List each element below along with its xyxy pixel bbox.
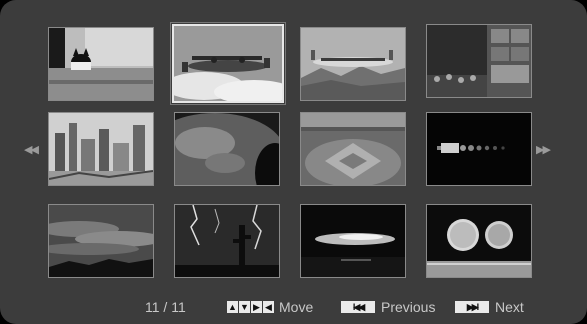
thumbnail-earth[interactable] [174,112,280,186]
lightning-photo [175,205,279,277]
thumbnail-lightning[interactable] [174,204,280,278]
thumbnail-concert[interactable] [426,24,532,98]
concert-photo [427,25,531,97]
sky-photo [49,205,153,277]
photo-browser: ◀◀ ▶▶ 11 / 11 ▲ ▼ ▶ ◀ Move I◀◀ Previous … [0,0,587,324]
right-arrow-key: ▶ [251,301,262,313]
sunset-photo [301,205,405,277]
skip-previous-icon: I◀◀ [341,301,375,313]
thumbnail-industrial[interactable] [48,112,154,186]
left-arrow-key: ◀ [263,301,274,313]
coins-photo [427,205,531,277]
airliner-photo [301,28,405,100]
earth-photo [175,113,279,185]
double-chevron-right-icon[interactable]: ▶▶ [536,144,551,156]
page-counter: 11 / 11 [145,299,186,315]
cat-photo [49,28,153,100]
thumbnail-airplane[interactable] [170,22,286,105]
down-arrow-key: ▼ [239,301,250,313]
thumbnail-rocket[interactable] [426,112,532,186]
next-label: Next [495,299,524,315]
up-arrow-key: ▲ [227,301,238,313]
thumbnail-cat[interactable] [48,27,154,101]
stadium-photo [301,113,405,185]
move-label: Move [279,299,314,315]
move-hint: ▲ ▼ ▶ ◀ Move [227,298,313,316]
previous-label: Previous [381,299,436,315]
thumbnail-coins[interactable] [426,204,532,278]
industrial-photo [49,113,153,185]
rocket-photo [427,113,531,185]
thumbnail-sky[interactable] [48,204,154,278]
skip-next-icon: ▶▶I [455,301,489,313]
previous-hint[interactable]: I◀◀ Previous [341,298,435,316]
airplane-photo [174,26,282,101]
thumbnail-sunset[interactable] [300,204,406,278]
thumbnail-airliner[interactable] [300,27,406,101]
thumbnail-stadium[interactable] [300,112,406,186]
double-chevron-left-icon[interactable]: ◀◀ [24,144,39,156]
arrow-keys-icon: ▲ ▼ ▶ ◀ [227,301,274,313]
next-hint[interactable]: ▶▶I Next [455,298,524,316]
